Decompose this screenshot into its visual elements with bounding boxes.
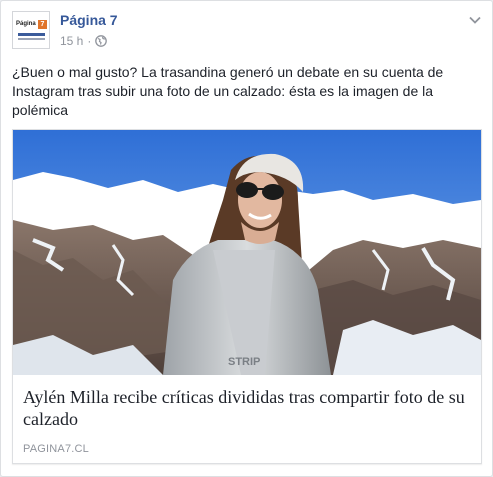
avatar-logo-number: 7 [38,20,47,29]
globe-icon[interactable] [95,35,108,47]
page-name-link[interactable]: Página 7 [60,12,118,28]
link-preview-card[interactable]: STRIP Aylén Milla recibe críticas dividi… [12,129,482,464]
meta-separator: · [87,34,92,48]
post-timestamp[interactable]: 15 h [60,34,83,48]
avatar-logo-bar-secondary [18,38,45,40]
post-message: ¿Buen o mal gusto? La trasandina generó … [12,64,444,118]
link-preview-image[interactable]: STRIP [13,130,481,375]
avatar-logo-bar [18,33,45,36]
page-avatar[interactable]: Página 7 [12,11,50,49]
post-header: Página 7 Página 7 15 h · [12,11,482,55]
post-meta: 15 h · [60,34,108,48]
chevron-down-icon[interactable] [468,13,482,27]
facebook-post: Página 7 Página 7 15 h · ¿Buen o mal gus… [0,0,493,477]
avatar-logo-text: Página [16,21,36,27]
link-preview-title[interactable]: Aylén Milla recibe críticas divididas tr… [23,386,471,430]
svg-text:STRIP: STRIP [228,356,260,368]
link-preview-domain: PAGINA7.CL [23,443,89,455]
